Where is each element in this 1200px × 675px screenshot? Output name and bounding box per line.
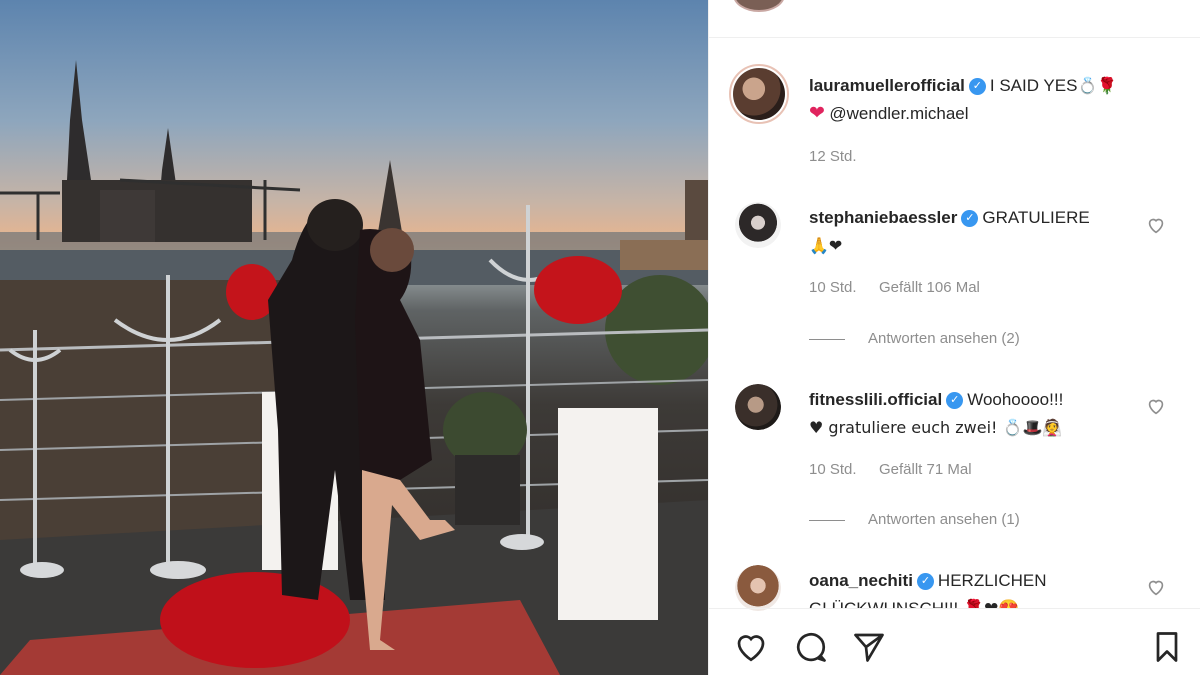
- verified-badge-icon: ✓: [961, 210, 979, 227]
- post-photo[interactable]: [0, 0, 708, 675]
- commenter-avatar-image: [735, 384, 781, 430]
- author-avatar-image: [733, 68, 785, 120]
- author-avatar[interactable]: [729, 64, 789, 124]
- commenter-avatar[interactable]: [735, 384, 781, 430]
- photo-illustration: [0, 60, 708, 675]
- reply-divider: [809, 520, 845, 521]
- verified-badge-icon: ✓: [946, 392, 964, 409]
- action-bar: [709, 608, 1200, 675]
- comment-text-line2: GLÜCKWUNSCH!!! 🌹❤😍: [809, 599, 1020, 608]
- bookmark-icon[interactable]: [1149, 629, 1185, 665]
- comment-username[interactable]: stephaniebaessler: [809, 208, 957, 227]
- verified-badge-icon: ✓: [916, 573, 934, 590]
- comment-icon[interactable]: [793, 629, 829, 665]
- comment-likes[interactable]: Gefällt 106 Mal: [879, 279, 980, 296]
- view-replies-button[interactable]: Antworten ansehen (2): [868, 330, 1020, 347]
- header-avatar[interactable]: [733, 0, 785, 12]
- view-replies-button[interactable]: Antworten ansehen (1): [868, 511, 1020, 528]
- comment-text: HERZLICHEN: [937, 571, 1047, 590]
- caption-emoji: 💍🌹: [1077, 76, 1118, 95]
- comment-item: fitnesslili.official ✓ Woohoooo!!! ♥ gratu…: [809, 386, 1149, 442]
- post-timestamp[interactable]: 12 Std.: [809, 148, 857, 165]
- caption-heart-emoji: ❤: [809, 102, 825, 124]
- heart-outline-icon[interactable]: [1145, 576, 1167, 598]
- share-icon[interactable]: [851, 629, 887, 665]
- comment-username[interactable]: oana_nechiti: [809, 571, 913, 590]
- author-username[interactable]: lauramuellerofficial: [809, 76, 965, 95]
- comment-time[interactable]: 10 Std.: [809, 461, 857, 478]
- post-header: [709, 0, 1200, 38]
- comment-item: stephaniebaessler ✓ GRATULIERE 🙏❤: [809, 204, 1149, 260]
- comment-text-line2: ♥ gratuliere euch zwei! 💍🎩👰: [809, 418, 1063, 437]
- heart-outline-icon[interactable]: [1145, 214, 1167, 236]
- post-side-panel: lauramuellerofficial ✓ I SAID YES💍🌹 ❤ @wen…: [708, 0, 1200, 675]
- commenter-avatar[interactable]: [735, 202, 781, 248]
- comment-likes[interactable]: Gefällt 71 Mal: [879, 461, 972, 478]
- comment-emoji: 🙏❤: [809, 236, 843, 255]
- reply-divider: [809, 339, 845, 340]
- comment-item: oana_nechiti✓HERZLICHEN GLÜCKWUNSCH!!! 🌹…: [809, 567, 1149, 608]
- caption-text: I SAID YES: [989, 76, 1078, 95]
- comment-time[interactable]: 10 Std.: [809, 279, 857, 296]
- comment-text: GRATULIERE: [982, 208, 1090, 227]
- verified-badge-icon: ✓: [968, 78, 986, 95]
- commenter-avatar[interactable]: [735, 565, 781, 611]
- commenter-avatar-image: [735, 565, 781, 611]
- comment-text: Woohoooo!!!: [967, 390, 1064, 409]
- comment-username[interactable]: fitnesslili.official: [809, 390, 942, 409]
- heart-icon[interactable]: [733, 629, 769, 665]
- post-caption: lauramuellerofficial ✓ I SAID YES💍🌹 ❤ @wen…: [809, 72, 1149, 128]
- caption-mention-link[interactable]: @wendler.michael: [829, 104, 968, 123]
- commenter-avatar-image: [735, 202, 781, 248]
- heart-outline-icon[interactable]: [1145, 395, 1167, 417]
